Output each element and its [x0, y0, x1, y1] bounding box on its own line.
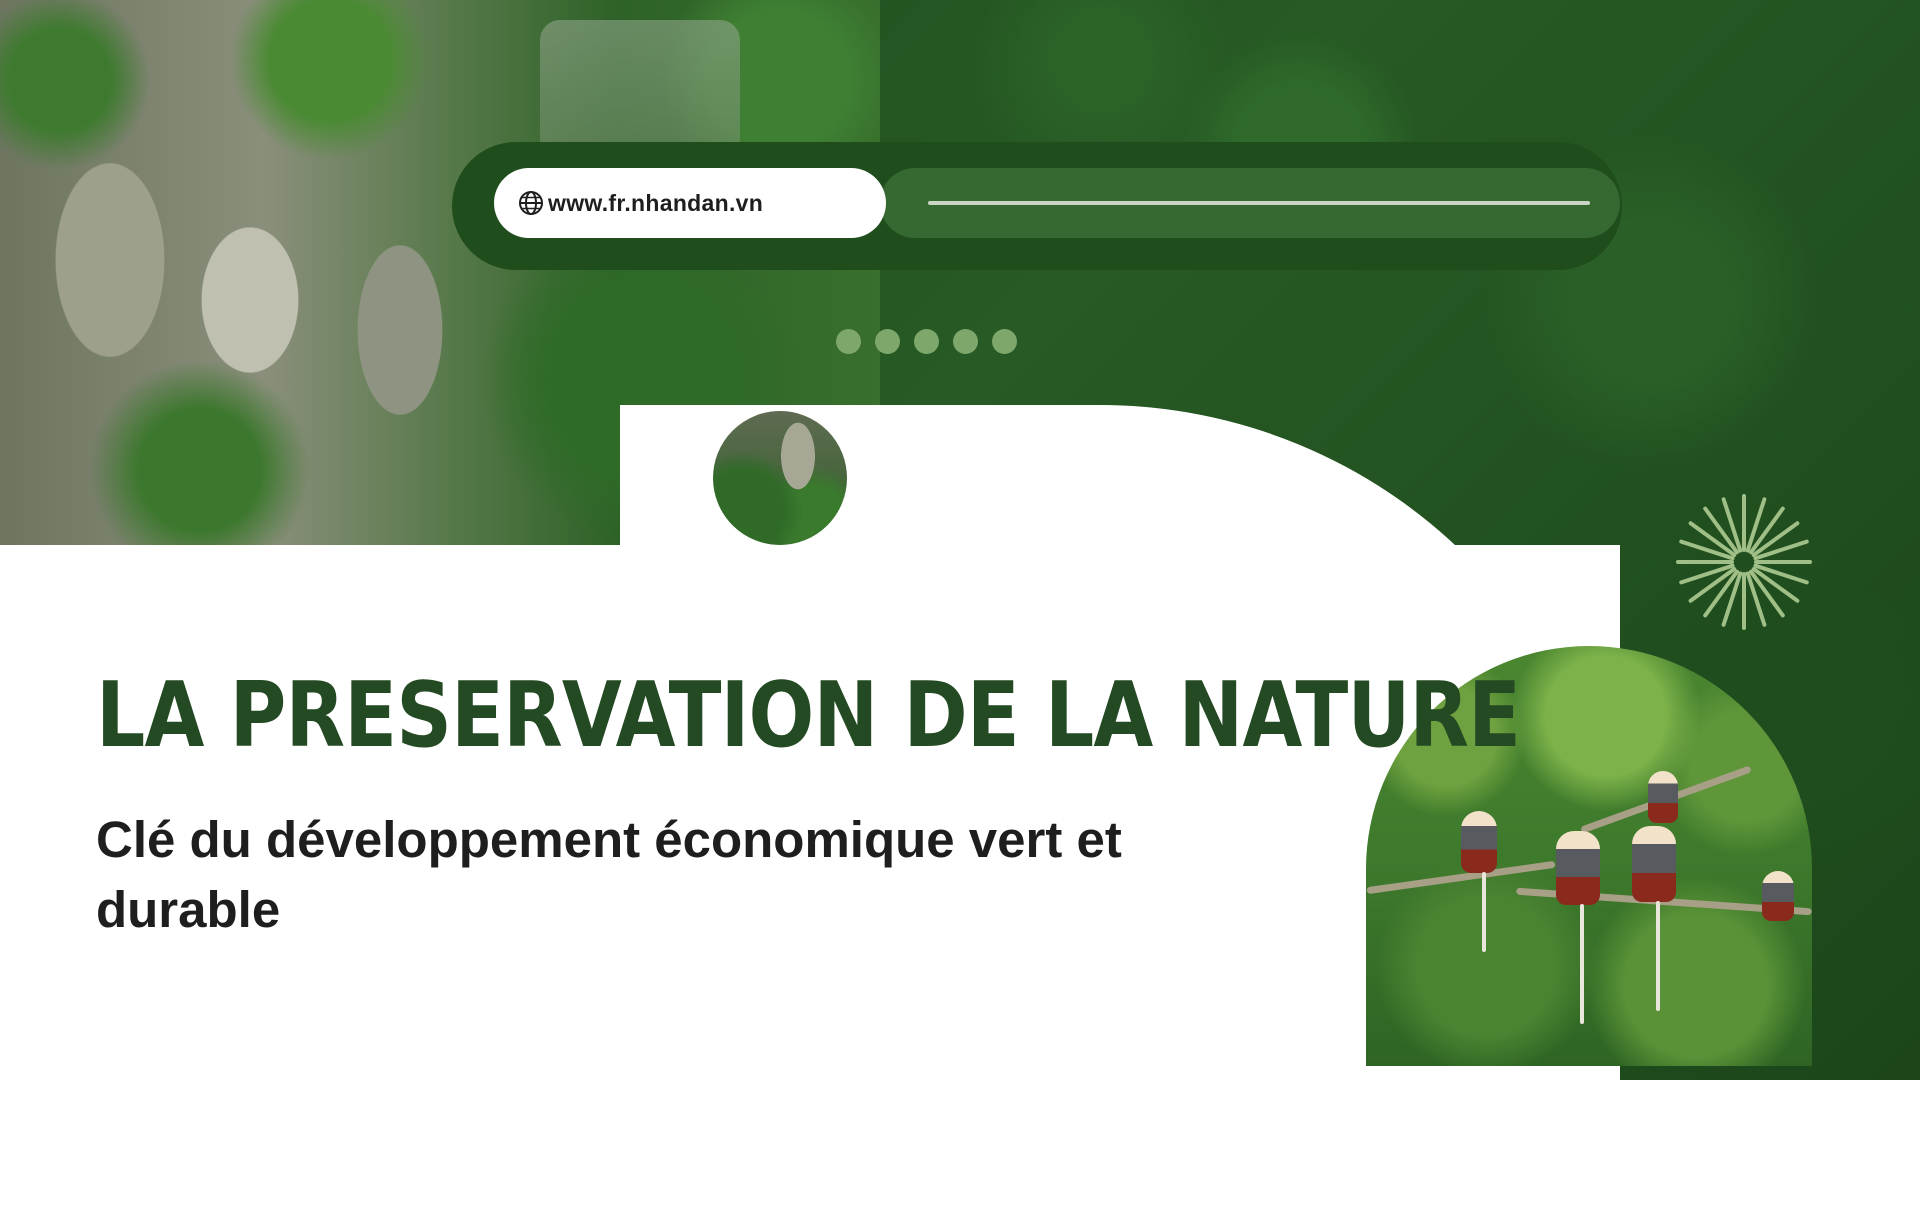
pager-dots [836, 329, 1017, 354]
monkey [1762, 871, 1794, 921]
sunburst-icon [1676, 494, 1812, 630]
monkey [1632, 826, 1676, 902]
url-text: www.fr.nhandan.vn [548, 189, 764, 216]
pager-dot [953, 329, 978, 354]
pager-dot [836, 329, 861, 354]
monkey [1461, 811, 1497, 873]
monkey-tail [1656, 901, 1660, 1011]
monkey [1556, 831, 1600, 905]
monkey-tail [1482, 872, 1486, 952]
round-cliff-photo [711, 409, 849, 547]
monkey [1648, 771, 1678, 823]
page-title: LA PRESERVATION DE LA NATURE [96, 663, 1521, 768]
globe-icon [519, 191, 543, 215]
page-subtitle: Clé du développement économique vert et … [96, 811, 1122, 938]
pager-dot [875, 329, 900, 354]
url-bar-line [928, 201, 1590, 205]
pager-dot [914, 329, 939, 354]
url-pill[interactable]: www.fr.nhandan.vn [494, 168, 886, 238]
monkey-tail [1580, 904, 1584, 1024]
distant-cliff-haze [540, 20, 740, 160]
pager-dot [992, 329, 1017, 354]
